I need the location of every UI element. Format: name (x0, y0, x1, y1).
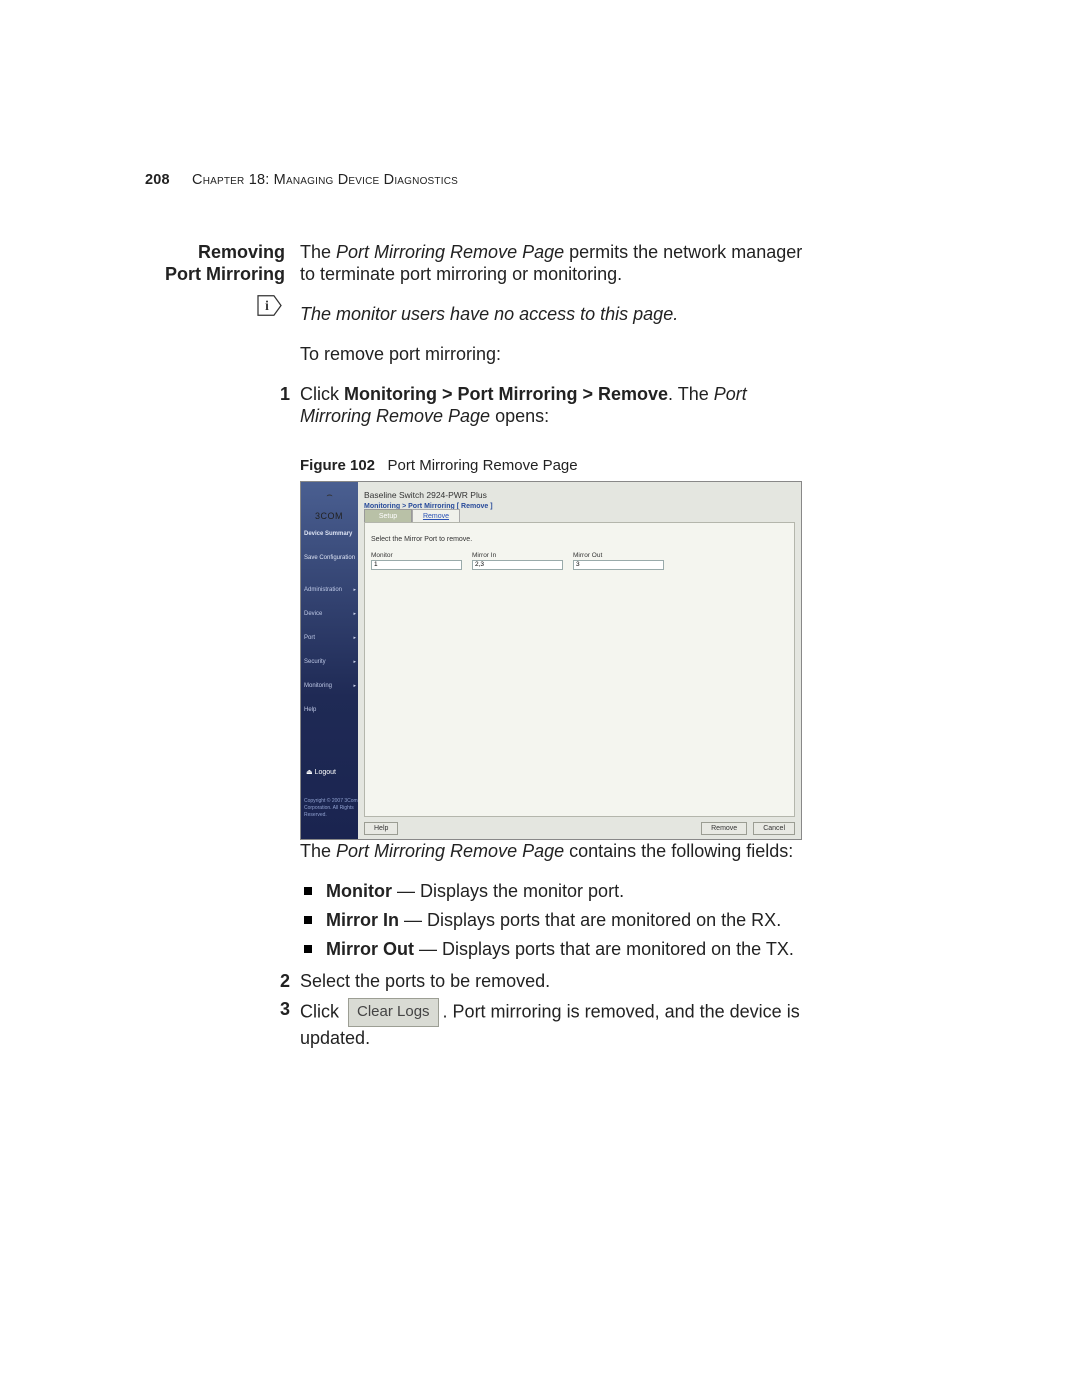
step-text: Select the ports to be removed. (300, 970, 820, 992)
cancel-button[interactable]: Cancel (753, 822, 795, 835)
remove-button[interactable]: Remove (701, 822, 747, 835)
sidebar-item-save-config[interactable]: Save Configuration (304, 546, 356, 570)
chapter-title: Chapter 18: Managing Device Diagnostics (192, 172, 458, 188)
intro-paragraph: The Port Mirroring Remove Page permits t… (300, 241, 820, 285)
step-number: 1 (274, 383, 290, 427)
sidebar-item-monitoring[interactable]: Monitoring (304, 674, 356, 698)
sidebar-item-device-summary[interactable]: Device Summary (304, 522, 356, 546)
tab-remove[interactable]: Remove (412, 509, 460, 523)
mirror-out-field[interactable] (573, 560, 664, 570)
section-heading: Removing Port Mirroring (160, 241, 285, 285)
step-number: 3 (274, 998, 290, 1049)
lead-in: To remove port mirroring: (300, 343, 820, 365)
step-number: 2 (274, 970, 290, 992)
note: The monitor users have no access to this… (300, 303, 820, 325)
step-text: Click Monitoring > Port Mirroring > Remo… (300, 383, 820, 427)
logout-link[interactable]: ⏏ Logout (306, 762, 336, 784)
list-item: Mirror In — Displays ports that are moni… (300, 909, 820, 931)
page-header: 208 Chapter 18: Managing Device Diagnost… (145, 172, 458, 188)
sidebar-item-help[interactable]: Help (304, 698, 356, 722)
fields-intro: The Port Mirroring Remove Page contains … (300, 840, 820, 862)
help-button[interactable]: Help (364, 822, 398, 835)
clear-logs-button[interactable]: Clear Logs (348, 998, 439, 1027)
brand-logo: ⌢ 3COM (305, 485, 353, 527)
page-number: 208 (145, 172, 170, 188)
copyright: Copyright © 2007 3Com Corporation. All R… (304, 798, 358, 819)
tab-setup[interactable]: Setup (364, 509, 412, 523)
content-panel: Select the Mirror Port to remove. Monito… (364, 522, 795, 817)
step-3: 3 Click Clear Logs. Port mirroring is re… (300, 998, 820, 1049)
svg-text:i: i (265, 298, 269, 313)
list-item: Monitor — Displays the monitor port. (300, 880, 820, 902)
fields-list: Monitor — Displays the monitor port. Mir… (300, 880, 820, 960)
sidebar-item-device[interactable]: Device (304, 602, 356, 626)
step-1: 1 Click Monitoring > Port Mirroring > Re… (300, 383, 820, 427)
step-2: 2 Select the ports to be removed. (300, 970, 820, 992)
list-item: Mirror Out — Displays ports that are mon… (300, 938, 820, 960)
app-sidebar: ⌢ 3COM Device Summary Save Configuration… (301, 482, 358, 839)
figure-caption: Figure 102 Port Mirroring Remove Page (300, 455, 820, 477)
step-text: Click Clear Logs. Port mirroring is remo… (300, 998, 820, 1049)
sidebar-item-port[interactable]: Port (304, 626, 356, 650)
mirror-in-field[interactable] (472, 560, 563, 570)
sidebar-item-administration[interactable]: Administration (304, 578, 356, 602)
table-row (371, 554, 674, 576)
tabs: Setup Remove (364, 509, 460, 523)
sidebar-item-security[interactable]: Security (304, 650, 356, 674)
monitor-field[interactable] (371, 560, 462, 570)
info-icon: i (256, 294, 283, 317)
figure-screenshot: ⌢ 3COM Device Summary Save Configuration… (300, 481, 802, 840)
